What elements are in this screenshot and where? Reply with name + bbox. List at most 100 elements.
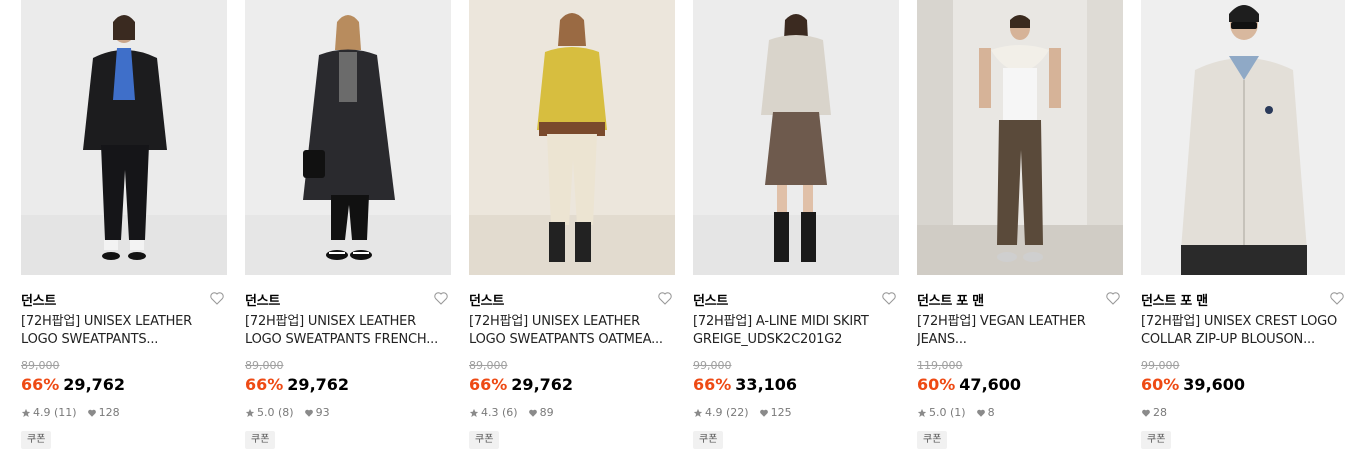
coupon-badge: 쿠폰: [469, 431, 500, 449]
product-image[interactable]: [693, 0, 899, 275]
review-count: (22): [726, 406, 749, 419]
price-row: 66% 33,106: [693, 375, 797, 394]
discount-rate: 66%: [469, 375, 508, 394]
review-meta: 5.0 (1) 8: [917, 406, 995, 419]
review-count: (11): [54, 406, 77, 419]
sale-price: 29,762: [63, 375, 126, 394]
product-title-line: LOGO SWEATPANTS OATMEA...: [469, 332, 663, 347]
sale-price: 47,600: [959, 375, 1022, 394]
product-title[interactable]: [72H팝업] UNISEX LEATHER LOGO SWEATPANTS..…: [21, 313, 227, 349]
price-row: 60% 39,600: [1141, 375, 1245, 394]
price-row: 66% 29,762: [245, 375, 349, 394]
rating-value: 5.0: [257, 406, 275, 419]
rating-value: 4.9: [33, 406, 51, 419]
like-count: 128: [98, 406, 120, 419]
wishlist-heart-icon[interactable]: [209, 290, 225, 306]
like-count: 8: [987, 406, 995, 419]
discount-rate: 66%: [693, 375, 732, 394]
review-count: (6): [502, 406, 518, 419]
likes-heart-icon: [759, 409, 768, 417]
like-count: 125: [770, 406, 792, 419]
likes-heart-icon: [528, 409, 537, 417]
product-title-line: [72H팝업] UNISEX LEATHER: [21, 314, 192, 329]
product-grid: 던스트 [72H팝업] UNISEX LEATHER LOGO SWEATPAN…: [0, 0, 1345, 463]
product-title-line: [72H팝업] UNISEX LEATHER: [245, 314, 416, 329]
review-meta: 4.3 (6) 89: [469, 406, 554, 419]
like-count: 93: [315, 406, 330, 419]
review-meta: 5.0 (8) 93: [245, 406, 330, 419]
wishlist-heart-icon[interactable]: [433, 290, 449, 306]
likes-heart-icon: [304, 409, 313, 417]
coupon-badge: 쿠폰: [245, 431, 276, 449]
product-image[interactable]: [469, 0, 675, 275]
price-row: 66% 29,762: [21, 375, 125, 394]
brand-name[interactable]: 던스트 포 맨: [917, 290, 984, 309]
coupon-badge: 쿠폰: [1141, 431, 1172, 449]
product-title-line: LOGO SWEATPANTS FRENCH...: [245, 332, 439, 347]
sale-price: 39,600: [1183, 375, 1246, 394]
product-title[interactable]: [72H팝업] A-LINE MIDI SKIRT GREIGE_UDSK2C2…: [693, 313, 899, 349]
product-image[interactable]: [21, 0, 227, 275]
product-image[interactable]: [917, 0, 1123, 275]
review-meta: 4.9 (11) 128: [21, 406, 120, 419]
brand-name[interactable]: 던스트: [693, 290, 728, 309]
product-image[interactable]: [245, 0, 451, 275]
review-count: (8): [278, 406, 294, 419]
review-meta: 4.9 (22) 125: [693, 406, 792, 419]
star-icon: [693, 408, 703, 417]
star-icon: [469, 408, 479, 417]
likes-heart-icon: [1142, 409, 1150, 417]
original-price: 89,000: [21, 359, 60, 372]
sale-price: 29,762: [511, 375, 574, 394]
star-icon: [917, 408, 927, 417]
product-title-line: LOGO SWEATPANTS...: [21, 332, 159, 347]
product-title-line: [72H팝업] UNISEX CREST LOGO: [1141, 314, 1338, 329]
likes-heart-icon: [87, 409, 96, 417]
product-title-line: [72H팝업] A-LINE MIDI SKIRT: [693, 314, 869, 329]
star-icon: [21, 408, 31, 417]
wishlist-heart-icon[interactable]: [1329, 290, 1345, 306]
rating-value: 4.3: [481, 406, 499, 419]
original-price: 89,000: [469, 359, 508, 372]
product-title-line: GREIGE_UDSK2C201G2: [693, 332, 843, 347]
brand-name[interactable]: 던스트 포 맨: [1141, 290, 1208, 309]
product-title[interactable]: [72H팝업] UNISEX LEATHER LOGO SWEATPANTS O…: [469, 313, 675, 349]
coupon-badge: 쿠폰: [21, 431, 52, 449]
discount-rate: 66%: [21, 375, 60, 394]
likes-heart-icon: [976, 409, 985, 417]
brand-name[interactable]: 던스트: [469, 290, 504, 309]
product-title-line: [72H팝업] UNISEX LEATHER: [469, 314, 640, 329]
original-price: 99,000: [693, 359, 732, 372]
rating-value: 4.9: [705, 406, 723, 419]
discount-rate: 66%: [245, 375, 284, 394]
rating-value: 5.0: [929, 406, 947, 419]
brand-name[interactable]: 던스트: [245, 290, 280, 309]
original-price: 89,000: [245, 359, 284, 372]
discount-rate: 60%: [917, 375, 956, 394]
sale-price: 33,106: [735, 375, 798, 394]
product-image[interactable]: [1141, 0, 1345, 275]
sale-price: 29,762: [287, 375, 350, 394]
coupon-badge: 쿠폰: [917, 431, 948, 449]
review-meta: 28: [1141, 406, 1167, 419]
coupon-badge: 쿠폰: [693, 431, 724, 449]
wishlist-heart-icon[interactable]: [881, 290, 897, 306]
original-price: 119,000: [917, 359, 963, 372]
product-title[interactable]: [72H팝업] UNISEX CREST LOGO COLLAR ZIP-UP …: [1141, 313, 1345, 349]
brand-name[interactable]: 던스트: [21, 290, 56, 309]
product-title[interactable]: [72H팝업] VEGAN LEATHER JEANS...: [917, 313, 1123, 349]
price-row: 66% 29,762: [469, 375, 573, 394]
like-count: 89: [539, 406, 554, 419]
wishlist-heart-icon[interactable]: [1105, 290, 1121, 306]
original-price: 99,000: [1141, 359, 1180, 372]
product-title-line: [72H팝업] VEGAN LEATHER: [917, 314, 1086, 329]
product-title[interactable]: [72H팝업] UNISEX LEATHER LOGO SWEATPANTS F…: [245, 313, 451, 349]
review-count: (1): [950, 406, 966, 419]
like-count: 28: [1153, 406, 1167, 419]
wishlist-heart-icon[interactable]: [657, 290, 673, 306]
price-row: 60% 47,600: [917, 375, 1021, 394]
star-icon: [245, 408, 255, 417]
product-title-line: JEANS...: [917, 332, 967, 347]
discount-rate: 60%: [1141, 375, 1180, 394]
product-title-line: COLLAR ZIP-UP BLOUSON...: [1141, 332, 1315, 347]
